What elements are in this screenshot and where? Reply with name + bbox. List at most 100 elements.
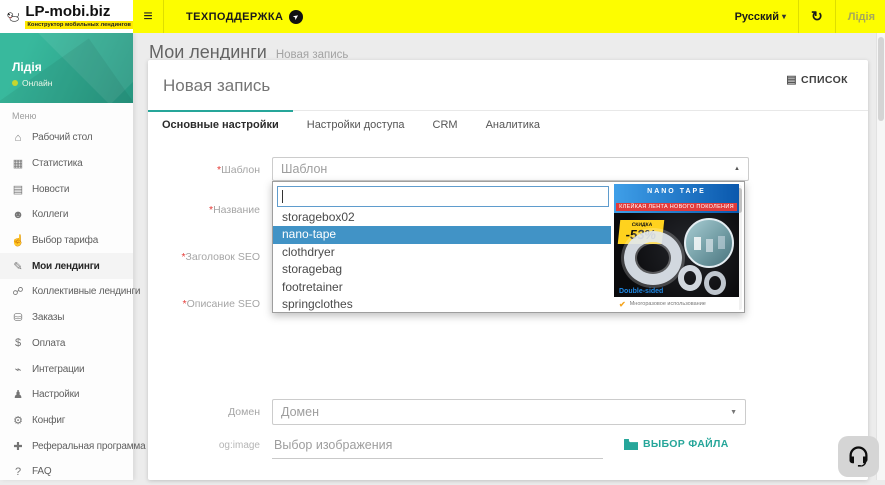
logo-title: LP-mobi.biz: [25, 4, 133, 20]
language-selector[interactable]: Русский ▾: [723, 11, 798, 23]
template-option[interactable]: nano-tape: [273, 226, 611, 243]
template-option-label: springclothes: [282, 297, 353, 311]
colleagues-icon: ☻: [11, 209, 25, 221]
sidebar-item-label: Оплата: [32, 338, 65, 349]
logo-dog-icon: [6, 6, 20, 28]
sidebar-item-settings[interactable]: ♟ Настройки: [0, 382, 133, 408]
name-field-label: *Название: [148, 204, 260, 216]
template-options-list: storagebox02 nano-tape clothdryer: [273, 209, 611, 313]
choose-file-label: ВЫБОР ФАЙЛА: [643, 438, 729, 450]
list-button[interactable]: ▤ СПИСОК: [780, 72, 854, 87]
dropdown-search-input[interactable]: [278, 187, 608, 206]
tab-label: Основные настройки: [162, 119, 279, 131]
preview-feature-text: Многоразовое использование: [630, 301, 706, 307]
folder-icon: [624, 439, 638, 450]
page-scrollbar-thumb[interactable]: [878, 37, 884, 121]
preview-inset-photo: [684, 218, 734, 268]
preview-header: NANO TAPE КЛЕЙКАЯ ЛЕНТА НОВОГО ПОКОЛЕНИЯ: [614, 184, 739, 213]
sidebar-item-colleagues[interactable]: ☻ Коллеги: [0, 202, 133, 228]
sidebar: Лідія Онлайн Меню ⌂ Рабочий стол ▦ Стати…: [0, 33, 133, 480]
chevron-down-icon: ▾: [782, 12, 786, 21]
sidebar-item-collective-landings[interactable]: ☍ Коллективные лендинги: [0, 279, 133, 305]
sidebar-item-label: Новости: [32, 184, 69, 195]
sidebar-item-label: Мои лендинги: [32, 261, 100, 272]
support-widget-button[interactable]: [838, 436, 879, 477]
headset-icon: [845, 443, 872, 470]
tab-label: Настройки доступа: [307, 119, 405, 131]
domain-select[interactable]: Домен ▼: [272, 399, 746, 425]
sidebar-item-label: Рабочий стол: [32, 132, 92, 143]
share-icon: ☍: [11, 285, 25, 298]
preview-body: СКИДКА -53% Double-sided: [614, 213, 739, 297]
sidebar-item-news[interactable]: ▤ Новости: [0, 176, 133, 202]
seo-title-field-label: *Заголовок SEO: [148, 251, 260, 263]
support-link[interactable]: ТЕХПОДДЕРЖКА ➤: [164, 10, 317, 24]
caret-down-icon: ▼: [730, 409, 737, 416]
logo[interactable]: LP-mobi.biz Конструктор мобильных лендин…: [0, 0, 133, 33]
app-root: LP-mobi.biz Конструктор мобильных лендин…: [0, 0, 885, 480]
sidebar-item-integrations[interactable]: ⌁ Интеграции: [0, 356, 133, 382]
sidebar-item-dashboard[interactable]: ⌂ Рабочий стол: [0, 125, 133, 151]
preview-caption: Double-sided: [619, 288, 663, 295]
statistics-icon: ▦: [11, 157, 25, 170]
cart-icon: ⛁: [11, 311, 25, 324]
template-option-label: clothdryer: [282, 245, 335, 259]
question-icon: ?: [11, 466, 25, 478]
online-status-label: Онлайн: [22, 78, 52, 88]
sidebar-item-label: Выбор тарифа: [32, 235, 98, 246]
topbar-yellow-area: ≡ ТЕХПОДДЕРЖКА ➤ Русский ▾ ↻ Лідія: [133, 0, 885, 33]
template-option[interactable]: storagebox02: [273, 209, 611, 226]
hamburger-icon[interactable]: ≡: [133, 0, 163, 33]
topbar-right: Русский ▾ ↻ Лідія: [723, 0, 885, 33]
template-field-label: *Шаблон: [148, 164, 260, 176]
sidebar-item-label: FAQ: [32, 466, 51, 477]
list-icon: ▤: [786, 73, 797, 86]
tab-analytics[interactable]: Аналитика: [472, 111, 554, 140]
choose-file-button[interactable]: ВЫБОР ФАЙЛА: [618, 437, 735, 451]
sidebar-item-statistics[interactable]: ▦ Статистика: [0, 151, 133, 177]
template-dropdown-panel: storagebox02 nano-tape clothdryer: [272, 181, 745, 313]
tab-access-settings[interactable]: Настройки доступа: [293, 111, 419, 140]
template-select[interactable]: Шаблон ▲: [272, 157, 749, 181]
sidebar-item-label: Коллеги: [32, 209, 68, 220]
tabs: Основные настройки Настройки доступа CRM…: [148, 110, 868, 140]
tab-crm[interactable]: CRM: [419, 111, 472, 140]
template-option[interactable]: footretainer: [273, 279, 611, 296]
sidebar-item-faq[interactable]: ? FAQ: [0, 459, 133, 485]
sidebar-item-orders[interactable]: ⛁ Заказы: [0, 305, 133, 331]
page-title: Новая запись: [163, 76, 270, 95]
template-option-label: storagebox02: [282, 210, 355, 224]
refresh-icon[interactable]: ↻: [799, 8, 835, 25]
plug-icon: ⌁: [11, 363, 25, 376]
tab-label: CRM: [433, 119, 458, 131]
tape-roll-illustration: [624, 231, 682, 285]
main-content: Мои лендинги Новая запись Новая запись ▤…: [133, 33, 885, 480]
sidebar-item-referral[interactable]: ✚ Реферальная программа: [0, 433, 133, 459]
dashboard-icon: ⌂: [11, 132, 25, 144]
user-add-icon: ✚: [11, 440, 25, 453]
template-option-label: storagebag: [282, 262, 342, 276]
template-option-label: nano-tape: [282, 227, 336, 241]
sidebar-item-config[interactable]: ⚙ Конфиг: [0, 408, 133, 434]
preview-footer: ✔ Многоразовое использование: [614, 297, 739, 311]
support-label: ТЕХПОДДЕРЖКА: [186, 11, 283, 23]
record-card: Новая запись ▤ СПИСОК Основные настройки…: [148, 60, 868, 480]
template-option[interactable]: springclothes: [273, 296, 611, 313]
sidebar-item-label: Статистика: [32, 158, 83, 169]
topbar: LP-mobi.biz Конструктор мобильных лендин…: [0, 0, 885, 33]
template-option[interactable]: clothdryer: [273, 244, 611, 261]
sidebar-item-label: Заказы: [32, 312, 64, 323]
sidebar-item-label: Реферальная программа: [32, 441, 145, 452]
sidebar-item-tariff[interactable]: ☝ Выбор тарифа: [0, 228, 133, 254]
tariff-select-icon: ☝: [11, 234, 25, 247]
topbar-username[interactable]: Лідія: [836, 11, 885, 23]
caret-up-icon: ▲: [734, 166, 740, 172]
news-icon: ▤: [11, 183, 25, 196]
sidebar-user-status: Онлайн: [12, 78, 52, 88]
template-option[interactable]: storagebag: [273, 261, 611, 278]
tab-main-settings[interactable]: Основные настройки: [148, 111, 293, 140]
sidebar-item-payment[interactable]: $ Оплата: [0, 331, 133, 357]
template-option-label: footretainer: [282, 280, 343, 294]
sidebar-item-my-landings[interactable]: ✎ Мои лендинги: [0, 253, 133, 279]
og-image-input[interactable]: [272, 432, 603, 459]
